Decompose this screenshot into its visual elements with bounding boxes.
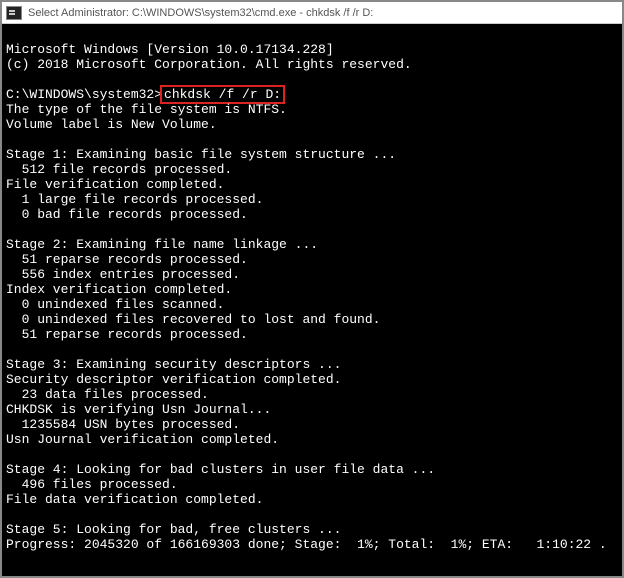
output-line: Usn Journal verification completed. — [6, 432, 279, 447]
output-line: 1235584 USN bytes processed. — [6, 417, 240, 432]
output-line: Security descriptor verification complet… — [6, 372, 341, 387]
output-line: (c) 2018 Microsoft Corporation. All righ… — [6, 57, 412, 72]
output-line: 23 data files processed. — [6, 387, 209, 402]
output-line: File verification completed. — [6, 177, 224, 192]
terminal-output[interactable]: Microsoft Windows [Version 10.0.17134.22… — [2, 24, 622, 576]
output-line: Progress: 2045320 of 166169303 done; Sta… — [6, 537, 607, 552]
output-line: Stage 5: Looking for bad, free clusters … — [6, 522, 341, 537]
output-line: Stage 1: Examining basic file system str… — [6, 147, 396, 162]
output-line: 0 unindexed files recovered to lost and … — [6, 312, 380, 327]
window-title: Select Administrator: C:\WINDOWS\system3… — [28, 7, 373, 19]
cmd-window: Select Administrator: C:\WINDOWS\system3… — [0, 0, 624, 578]
output-line: 0 unindexed files scanned. — [6, 297, 224, 312]
output-line: 496 files processed. — [6, 477, 178, 492]
output-line: 51 reparse records processed. — [6, 252, 248, 267]
output-line: Index verification completed. — [6, 282, 232, 297]
output-line: CHKDSK is verifying Usn Journal... — [6, 402, 271, 417]
output-line: 51 reparse records processed. — [6, 327, 248, 342]
output-line: Stage 2: Examining file name linkage ... — [6, 237, 318, 252]
output-line: Microsoft Windows [Version 10.0.17134.22… — [6, 42, 334, 57]
output-line: 512 file records processed. — [6, 162, 232, 177]
output-line: 556 index entries processed. — [6, 267, 240, 282]
output-line: File data verification completed. — [6, 492, 263, 507]
prompt-line: C:\WINDOWS\system32>chkdsk /f /r D: — [6, 87, 285, 102]
output-line: 1 large file records processed. — [6, 192, 263, 207]
titlebar[interactable]: Select Administrator: C:\WINDOWS\system3… — [2, 2, 622, 24]
output-line: Stage 3: Examining security descriptors … — [6, 357, 341, 372]
cmd-icon — [6, 6, 22, 20]
output-line: The type of the file system is NTFS. — [6, 102, 287, 117]
output-line: 0 bad file records processed. — [6, 207, 248, 222]
output-line: Stage 4: Looking for bad clusters in use… — [6, 462, 435, 477]
prompt: C:\WINDOWS\system32> — [6, 87, 162, 102]
output-line: Volume label is New Volume. — [6, 117, 217, 132]
